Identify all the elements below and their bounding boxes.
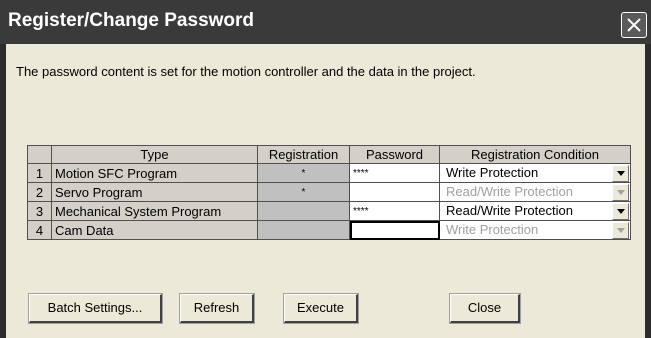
password-field[interactable] xyxy=(349,182,440,202)
refresh-button[interactable]: Refresh xyxy=(179,293,255,324)
chevron-down-icon xyxy=(617,171,625,176)
row-registration: * xyxy=(257,163,350,183)
row-registration xyxy=(257,201,350,221)
close-icon xyxy=(627,18,641,32)
batch-settings-button[interactable]: Batch Settings... xyxy=(28,293,163,324)
header-num xyxy=(27,145,52,164)
row-registration: * xyxy=(257,182,350,202)
row-registration xyxy=(257,220,350,240)
password-field[interactable]: **** xyxy=(349,201,440,221)
table-row: 4 Cam Data Write Protection xyxy=(27,220,631,240)
dropdown-button[interactable] xyxy=(612,203,629,220)
header-registration: Registration xyxy=(257,145,350,164)
condition-value: Write Protection xyxy=(443,221,627,239)
row-type: Motion SFC Program xyxy=(51,163,258,183)
registration-condition-select[interactable]: Write Protection xyxy=(439,163,631,183)
password-field[interactable] xyxy=(349,220,440,240)
row-number: 4 xyxy=(27,220,52,240)
table-row: 2 Servo Program * Read/Write Protection xyxy=(27,182,631,202)
window-title: Register/Change Password xyxy=(8,10,255,31)
chevron-down-icon xyxy=(617,190,625,195)
dropdown-button[interactable] xyxy=(612,165,629,182)
password-table: Type Registration Password Registration … xyxy=(27,145,631,240)
registration-condition-select[interactable]: Read/Write Protection xyxy=(439,201,631,221)
chevron-down-icon xyxy=(617,209,625,214)
header-type: Type xyxy=(51,145,258,164)
execute-button[interactable]: Execute xyxy=(283,293,359,324)
close-window-button[interactable] xyxy=(621,12,647,38)
window-border-right xyxy=(645,44,651,338)
password-field[interactable]: **** xyxy=(349,163,440,183)
row-number: 1 xyxy=(27,163,52,183)
title-bar: Register/Change Password xyxy=(0,0,651,44)
condition-value: Read/Write Protection xyxy=(443,183,627,201)
register-change-password-dialog: Register/Change Password The password co… xyxy=(0,0,651,338)
row-type: Mechanical System Program xyxy=(51,201,258,221)
row-number: 3 xyxy=(27,201,52,221)
condition-value: Read/Write Protection xyxy=(443,202,627,220)
table-header-row: Type Registration Password Registration … xyxy=(27,145,631,164)
condition-value: Write Protection xyxy=(443,164,627,182)
table-row: 3 Mechanical System Program **** Read/Wr… xyxy=(27,201,631,221)
dropdown-button xyxy=(612,184,629,201)
registration-condition-select: Write Protection xyxy=(439,220,631,240)
row-type: Servo Program xyxy=(51,182,258,202)
chevron-down-icon xyxy=(617,228,625,233)
header-password: Password xyxy=(349,145,440,164)
info-message: The password content is set for the moti… xyxy=(16,64,476,79)
row-type: Cam Data xyxy=(51,220,258,240)
close-button[interactable]: Close xyxy=(449,293,521,324)
table-row: 1 Motion SFC Program * **** Write Protec… xyxy=(27,163,631,183)
registration-condition-select: Read/Write Protection xyxy=(439,182,631,202)
dropdown-button xyxy=(612,222,629,239)
row-number: 2 xyxy=(27,182,52,202)
header-registration-condition: Registration Condition xyxy=(439,145,631,164)
